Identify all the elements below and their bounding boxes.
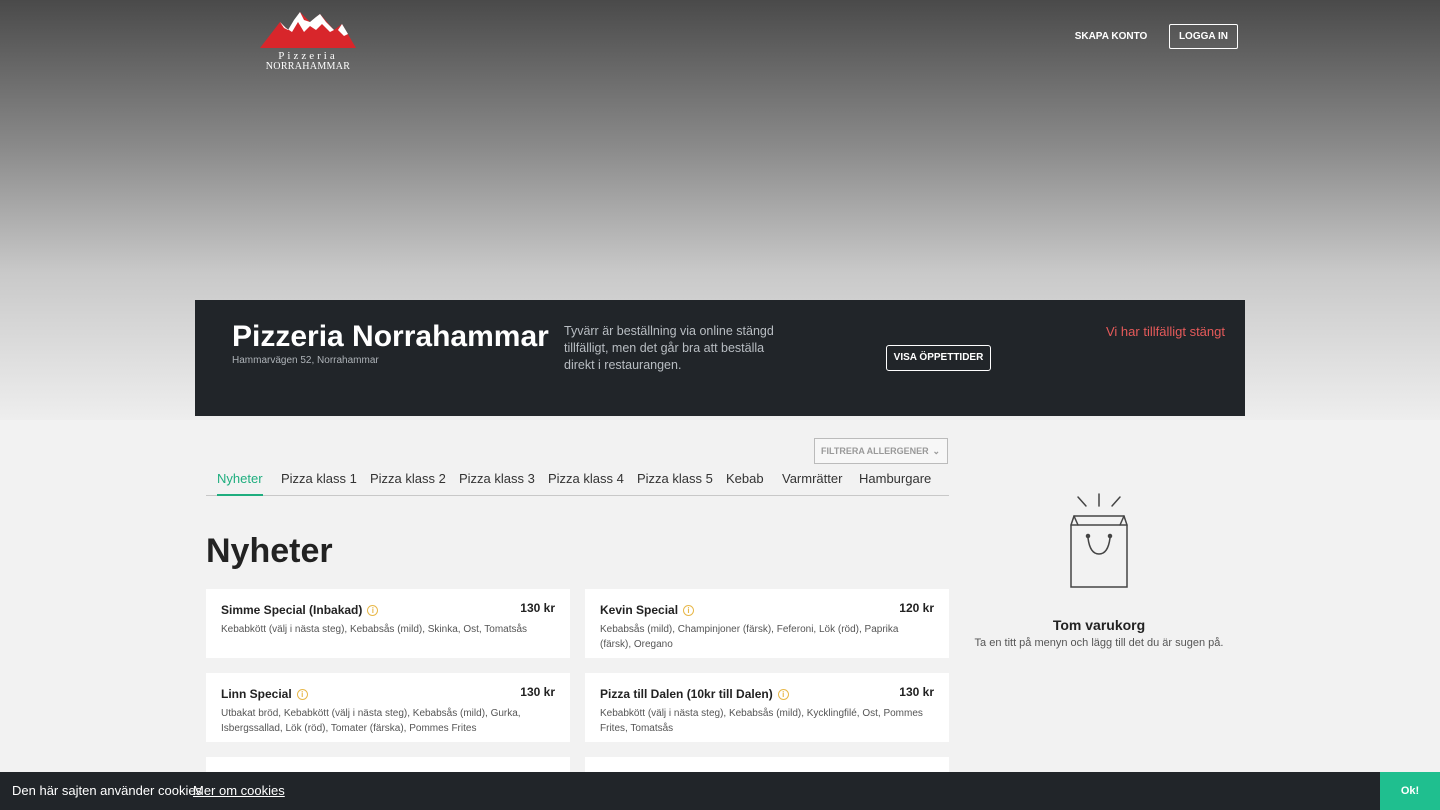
menu-item-name: Kevin Special bbox=[600, 603, 679, 617]
tab-nyheter[interactable]: Nyheter bbox=[217, 465, 263, 496]
menu-item-price: 130 kr bbox=[520, 601, 555, 615]
menu-item-card[interactable]: Simme Special (Inbakad) i 130 kr Kebabkö… bbox=[206, 589, 570, 658]
cookie-text: Den här sajten använder cookies bbox=[12, 783, 203, 798]
menu-item-description: Kebabkött (välj i nästa steg), Kebabsås … bbox=[600, 708, 923, 734]
cookie-banner: Den här sajten använder cookies Mer om c… bbox=[0, 772, 1440, 810]
tab-hamburgare[interactable]: Hamburgare bbox=[859, 465, 931, 496]
cookie-ok-button[interactable]: Ok! bbox=[1380, 772, 1440, 810]
chevron-down-icon: ⌄ bbox=[932, 446, 940, 456]
info-icon[interactable]: i bbox=[683, 604, 695, 616]
tab-pizza-klass-3[interactable]: Pizza klass 3 bbox=[459, 465, 535, 496]
menu-item-description: Kebabsås (mild), Champinjoner (färsk), F… bbox=[600, 624, 899, 650]
tab-pizza-klass-5[interactable]: Pizza klass 5 bbox=[637, 465, 713, 496]
status-closed-text: Vi har tillfälligt stängt bbox=[1106, 324, 1225, 339]
tab-varmratter[interactable]: Varmrätter bbox=[782, 465, 842, 496]
cart-empty-title: Tom varukorg bbox=[1052, 617, 1146, 633]
logo-text-norrahammar: NORRAHAMMAR bbox=[265, 61, 351, 72]
empty-bag-icon bbox=[1066, 492, 1132, 595]
menu-item-card[interactable]: Linn Special i 130 kr Utbakat bröd, Keba… bbox=[206, 673, 570, 742]
create-account-link[interactable]: SKAPA KONTO bbox=[1066, 24, 1156, 49]
section-title: Nyheter bbox=[206, 532, 333, 570]
menu-item-name: Linn Special bbox=[221, 687, 292, 701]
mountain-logo-icon bbox=[260, 12, 356, 48]
login-button[interactable]: LOGGA IN bbox=[1169, 24, 1238, 49]
menu-item-card[interactable]: Kevin Special i 120 kr Kebabsås (mild), … bbox=[585, 589, 949, 658]
site-logo[interactable]: Pizzeria NORRAHAMMAR bbox=[258, 8, 358, 74]
tab-pizza-klass-4[interactable]: Pizza klass 4 bbox=[548, 465, 624, 496]
menu-item-price: 130 kr bbox=[520, 685, 555, 699]
restaurant-info-bar: Pizzeria Norrahammar Hammarvägen 52, Nor… bbox=[195, 300, 1245, 416]
menu-item-name: Simme Special (Inbakad) bbox=[221, 603, 363, 617]
restaurant-address: Hammarvägen 52, Norrahammar bbox=[232, 355, 379, 366]
online-closed-message: Tyvärr är beställning via online stängd … bbox=[564, 324, 774, 372]
allergen-filter-label: FILTRERA ALLERGENER bbox=[821, 446, 929, 456]
menu-item-price: 130 kr bbox=[899, 685, 934, 699]
cart-empty-subtitle: Ta en titt på menyn och lägg till det du… bbox=[974, 637, 1224, 649]
tab-kebab[interactable]: Kebab bbox=[726, 465, 764, 496]
allergen-filter-select[interactable]: FILTRERA ALLERGENER ⌄ bbox=[814, 438, 948, 464]
info-icon[interactable]: i bbox=[367, 604, 379, 616]
menu-item-name: Pizza till Dalen (10kr till Dalen) bbox=[600, 687, 773, 701]
restaurant-name: Pizzeria Norrahammar bbox=[232, 320, 549, 353]
tab-pizza-klass-1[interactable]: Pizza klass 1 bbox=[281, 465, 357, 496]
menu-item-price: 120 kr bbox=[899, 601, 934, 615]
menu-item-card[interactable]: Pizza till Dalen (10kr till Dalen) i 130… bbox=[585, 673, 949, 742]
show-opening-hours-button[interactable]: VISA ÖPPETTIDER bbox=[886, 345, 991, 371]
cookie-more-link[interactable]: Mer om cookies bbox=[193, 783, 285, 798]
menu-item-description: Kebabkött (välj i nästa steg), Kebabsås … bbox=[221, 624, 528, 635]
tab-pizza-klass-2[interactable]: Pizza klass 2 bbox=[370, 465, 446, 496]
info-icon[interactable]: i bbox=[296, 688, 308, 700]
info-icon[interactable]: i bbox=[777, 688, 789, 700]
category-nav: Nyheter Pizza klass 1 Pizza klass 2 Pizz… bbox=[206, 465, 949, 496]
menu-item-description: Utbakat bröd, Kebabkött (välj i nästa st… bbox=[221, 708, 521, 734]
